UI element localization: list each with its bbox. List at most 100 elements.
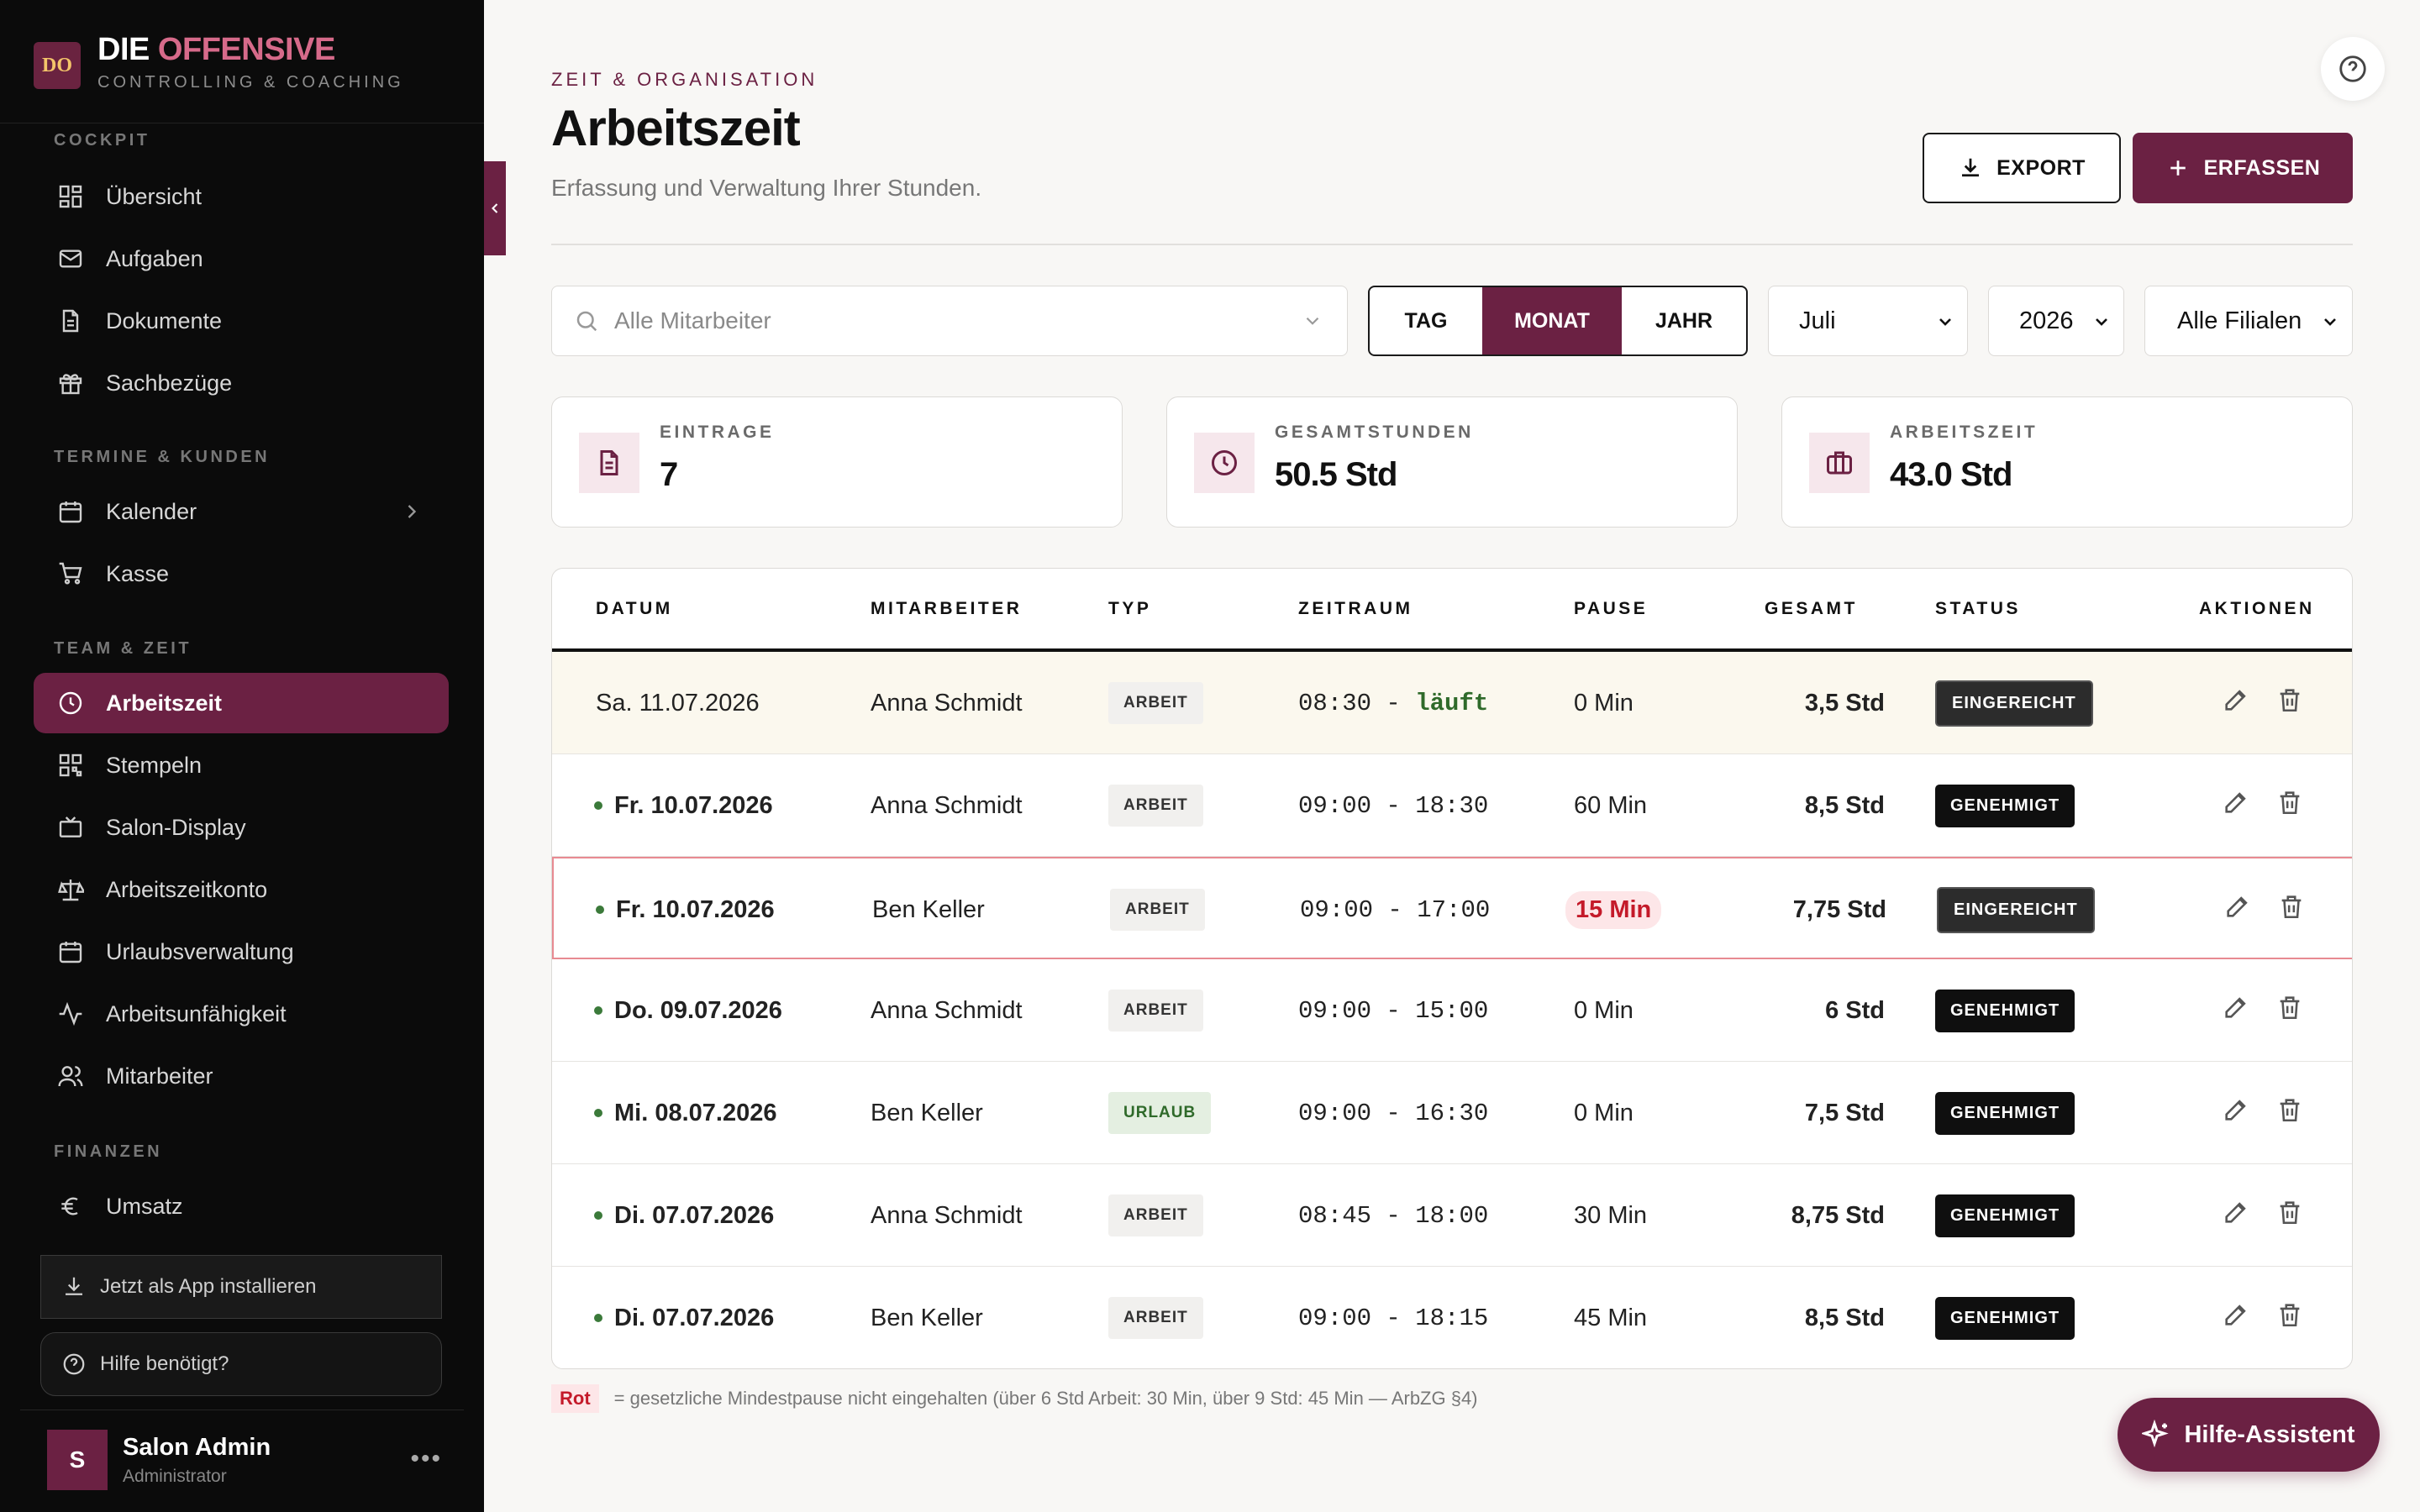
sidebar-collapse-button[interactable] bbox=[484, 161, 506, 255]
cell-time-range: 08:45 - 18:00 bbox=[1298, 1164, 1488, 1267]
sidebar-item-aufgaben[interactable]: Aufgaben bbox=[34, 228, 449, 289]
brand[interactable]: DO DIE OFFENSIVE CONTROLLING & COACHING bbox=[34, 32, 454, 124]
pause-value: 0 Min bbox=[1574, 1099, 1634, 1126]
edit-button[interactable] bbox=[2223, 858, 2252, 961]
view-monat-button[interactable]: MONAT bbox=[1482, 287, 1622, 354]
cell-employee: Ben Keller bbox=[871, 1062, 983, 1164]
add-entry-button[interactable]: ERFASSEN bbox=[2133, 133, 2353, 203]
sidebar-item-umsatz[interactable]: Umsatz bbox=[34, 1176, 449, 1236]
sidebar-item-mitarbeiter[interactable]: Mitarbeiter bbox=[34, 1046, 449, 1106]
dashboard-icon bbox=[57, 183, 84, 210]
sidebar-item-salon-display[interactable]: Salon-Display bbox=[34, 797, 449, 858]
status-badge: EINGEREICHT bbox=[1937, 886, 2095, 933]
view-tag-button[interactable]: TAG bbox=[1370, 287, 1482, 354]
status-badge: GENEHMIGT bbox=[1935, 784, 2075, 827]
view-jahr-button[interactable]: JAHR bbox=[1622, 287, 1746, 354]
help-circle-button[interactable] bbox=[2321, 37, 2385, 101]
help-label: Hilfe benötigt? bbox=[100, 1352, 229, 1375]
page-subtitle: Erfassung und Verwaltung Ihrer Stunden. bbox=[551, 175, 982, 201]
time-separator: - bbox=[1373, 895, 1418, 924]
sidebar-item-dokumente[interactable]: Dokumente bbox=[34, 291, 449, 351]
sidebar-item-label: Arbeitszeitkonto bbox=[106, 876, 268, 902]
stat-label: EINTRAGE bbox=[660, 423, 775, 442]
sidebar-item-urlaubsverwaltung[interactable]: Urlaubsverwaltung bbox=[34, 921, 449, 982]
stat-label: GESAMTSTUNDEN bbox=[1275, 423, 1474, 442]
page-eyebrow: ZEIT & ORGANISATION bbox=[551, 69, 818, 90]
cart-icon bbox=[57, 560, 84, 587]
pencil-icon bbox=[2222, 993, 2250, 1028]
edit-button[interactable] bbox=[2222, 1164, 2250, 1267]
table-row[interactable]: Do. 09.07.2026 Anna Schmidt ARBEIT 09:00 - … bbox=[552, 959, 2352, 1062]
delete-button[interactable] bbox=[2275, 652, 2304, 754]
sidebar-item-label: Stempeln bbox=[106, 752, 203, 778]
trash-icon bbox=[2275, 1198, 2304, 1233]
sidebar-item-arbeitsunfaehigkeit[interactable]: Arbeitsunfähigkeit bbox=[34, 984, 449, 1044]
sidebar-item-uebersicht[interactable]: Übersicht bbox=[34, 166, 449, 227]
pencil-icon bbox=[2222, 788, 2250, 823]
edit-button[interactable] bbox=[2222, 1062, 2250, 1164]
export-label: EXPORT bbox=[1996, 155, 2086, 180]
delete-button[interactable] bbox=[2275, 754, 2304, 857]
edit-button[interactable] bbox=[2222, 652, 2250, 754]
sidebar-item-kasse[interactable]: Kasse bbox=[34, 543, 449, 604]
delete-button[interactable] bbox=[2275, 1164, 2304, 1267]
sidebar-item-kalender[interactable]: Kalender bbox=[34, 481, 449, 542]
delete-button[interactable] bbox=[2275, 1267, 2304, 1368]
month-select[interactable]: Juli bbox=[1768, 286, 1968, 356]
table-row[interactable]: Di. 07.07.2026 Anna Schmidt ARBEIT 08:45 - … bbox=[552, 1164, 2352, 1267]
table-row[interactable]: Fr. 10.07.2026 Ben Keller ARBEIT 09:00 - 17… bbox=[552, 857, 2352, 961]
table-row[interactable]: Sa. 11.07.2026 Anna Schmidt ARBEIT 08:30 - … bbox=[552, 652, 2352, 754]
sidebar-item-arbeitszeit[interactable]: Arbeitszeit bbox=[34, 673, 449, 733]
cell-pause: 0 Min bbox=[1574, 959, 1634, 1062]
cell-date: Di. 07.07.2026 bbox=[594, 1164, 774, 1267]
sidebar-item-stempeln[interactable]: Stempeln bbox=[34, 735, 449, 795]
chevron-down-icon bbox=[2324, 318, 2336, 326]
delete-button[interactable] bbox=[2275, 959, 2304, 1062]
document-icon bbox=[57, 307, 84, 334]
sidebar-item-arbeitszeitkonto[interactable]: Arbeitszeitkonto bbox=[34, 859, 449, 920]
status-badge: GENEHMIGT bbox=[1935, 1091, 2075, 1135]
stat-value: 43.0 Std bbox=[1890, 456, 2012, 493]
column-header-aktionen: AKTIONEN bbox=[2199, 599, 2315, 618]
help-button[interactable]: Hilfe benötigt? bbox=[40, 1332, 442, 1396]
employee-search-input[interactable]: Alle Mitarbeiter bbox=[551, 286, 1348, 356]
install-app-button[interactable]: Jetzt als App installieren bbox=[40, 1255, 442, 1319]
total-value: 8,5 Std bbox=[1804, 791, 1885, 819]
cell-time-range: 09:00 - 18:15 bbox=[1298, 1267, 1488, 1368]
delete-button[interactable] bbox=[2275, 1062, 2304, 1164]
cell-time-range: 09:00 - 18:30 bbox=[1298, 754, 1488, 857]
edit-button[interactable] bbox=[2222, 959, 2250, 1062]
tv-icon bbox=[57, 814, 84, 841]
clock-icon bbox=[57, 690, 84, 717]
table-row[interactable]: Mi. 08.07.2026 Ben Keller URLAUB 09:00 - 16… bbox=[552, 1062, 2352, 1164]
table-row[interactable]: Fr. 10.07.2026 Anna Schmidt ARBEIT 09:00 - … bbox=[552, 754, 2352, 857]
cell-status: GENEHMIGT bbox=[1935, 754, 2075, 857]
more-options-icon[interactable]: ••• bbox=[410, 1445, 442, 1473]
stat-card-entries: EINTRAGE 7 bbox=[551, 396, 1123, 528]
status-badge: EINGEREICHT bbox=[1935, 680, 2093, 727]
time-separator: - bbox=[1371, 996, 1416, 1025]
sidebar-item-label: Kasse bbox=[106, 560, 170, 586]
sidebar-item-label: Salon-Display bbox=[106, 814, 246, 840]
table-row[interactable]: Di. 07.07.2026 Ben Keller ARBEIT 09:00 - 18… bbox=[552, 1267, 2352, 1368]
year-select[interactable]: 2026 bbox=[1988, 286, 2124, 356]
user-profile[interactable]: S Salon Admin Administrator ••• bbox=[47, 1430, 442, 1490]
type-badge: ARBEIT bbox=[1108, 990, 1203, 1032]
sidebar-item-sachbezuege[interactable]: Sachbezüge bbox=[34, 353, 449, 413]
edit-button[interactable] bbox=[2222, 1267, 2250, 1368]
edit-button[interactable] bbox=[2222, 754, 2250, 857]
legend-tag: Rot bbox=[551, 1384, 599, 1413]
cell-type: ARBEIT bbox=[1108, 1164, 1203, 1267]
branch-select[interactable]: Alle Filialen bbox=[2144, 286, 2353, 356]
time-start: 09:00 bbox=[1298, 996, 1372, 1025]
time-end: 15:00 bbox=[1415, 996, 1489, 1025]
date-text: Fr. 10.07.2026 bbox=[614, 791, 773, 819]
search-icon bbox=[576, 311, 597, 332]
pause-value: 60 Min bbox=[1574, 791, 1648, 819]
delete-button[interactable] bbox=[2277, 858, 2306, 961]
cell-total: 3,5 Std bbox=[1712, 652, 1885, 754]
trash-icon bbox=[2275, 788, 2304, 823]
export-button[interactable]: EXPORT bbox=[1923, 133, 2121, 203]
date-text: Fr. 10.07.2026 bbox=[616, 895, 775, 923]
help-assistant-button[interactable]: Hilfe-Assistent bbox=[2118, 1398, 2380, 1472]
